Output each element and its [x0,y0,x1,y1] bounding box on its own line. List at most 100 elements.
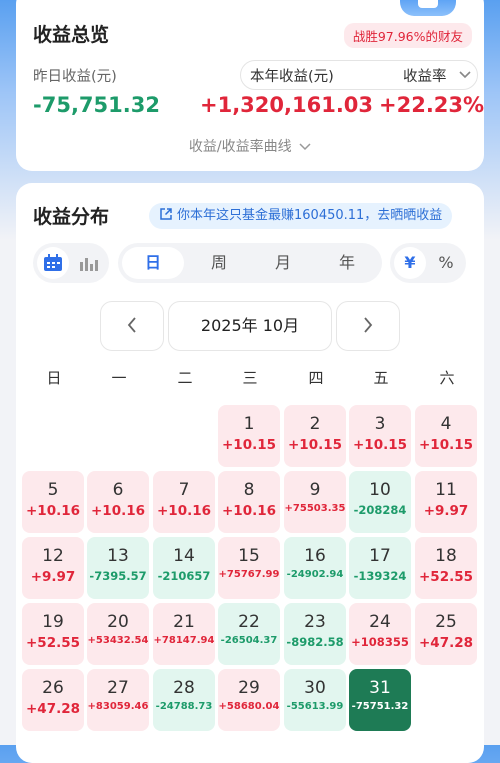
day-number: 12 [42,546,64,566]
day-number: 27 [107,678,129,698]
day-number: 15 [238,546,260,566]
mascot-illustration [400,0,456,16]
day-value: -7395.57 [89,569,147,583]
calendar-day[interactable]: 14 -210657 [153,537,215,599]
day-number: 13 [107,546,129,566]
day-value: -208284 [353,503,407,517]
day-value: +10.15 [418,437,473,453]
weekday-tue: 二 [177,369,193,387]
calendar-day[interactable]: 20 +53432.54 [87,603,149,665]
prev-month-button[interactable] [100,301,164,351]
calendar-day[interactable]: 2 +10.15 [284,405,346,467]
day-number: 21 [173,612,195,632]
curve-link-label[interactable]: 收益/收益率曲线 [189,139,292,155]
promo-text[interactable]: 你本年这只基金最赚160450.11，去晒晒收益 [177,208,442,223]
day-number: 31 [369,678,391,698]
day-value: +10.16 [90,503,145,519]
next-month-button[interactable] [336,301,400,351]
day-number: 10 [369,480,391,500]
day-number: 28 [173,678,195,698]
rate-label[interactable]: 收益率 [403,65,447,86]
yesterday-value: -75,751.32 [33,93,160,117]
calendar-day[interactable]: 27 +83059.46 [87,669,149,731]
calendar-day-selected[interactable]: 31 -75751.32 [349,669,411,731]
day-value: +47.28 [25,701,80,717]
day-value: +9.97 [30,569,76,585]
period-tabs: 日 周 月 年 [118,243,382,283]
day-value: -55613.99 [286,701,344,712]
day-value: +10.15 [352,437,407,453]
calendar-day[interactable]: 29 +58680.04 [218,669,280,731]
calendar-day[interactable]: 19 +52.55 [22,603,84,665]
summary-title: 收益总览 [33,24,110,46]
day-number: 1 [243,414,255,434]
bar-view-button[interactable] [73,247,105,279]
unit-percent-tab[interactable]: % [430,247,462,279]
tab-year[interactable]: 年 [316,247,378,279]
weekday-mon: 一 [111,369,127,387]
day-value: +10.15 [221,437,276,453]
calendar-day[interactable]: 16 -24902.94 [284,537,346,599]
day-number: 6 [112,480,124,500]
day-value: +75503.35 [284,503,346,514]
calendar-day[interactable]: 23 -8982.58 [284,603,346,665]
summary-card: 收益总览 战胜97.96%的财友 昨日收益(元) 本年收益(元) 收益率 -75… [16,0,484,171]
day-value: -139324 [353,569,407,583]
calendar-day[interactable]: 13 -7395.57 [87,537,149,599]
day-number: 11 [435,480,457,500]
day-number: 29 [238,678,260,698]
calendar-day[interactable]: 22 -26504.37 [218,603,280,665]
month-label[interactable]: 2025年 10月 [168,301,332,351]
calendar-day[interactable]: 6 +10.16 [87,471,149,533]
calendar-day[interactable]: 4 +10.15 [415,405,477,467]
unit-amount-tab[interactable]: ¥ [394,247,426,279]
calendar-day[interactable]: 11 +9.97 [415,471,477,533]
calendar-day[interactable]: 30 -55613.99 [284,669,346,731]
day-number: 16 [304,546,326,566]
day-value: +9.97 [423,503,469,519]
calendar-day[interactable]: 5 +10.16 [22,471,84,533]
calendar-day[interactable]: 25 +47.28 [415,603,477,665]
day-number: 14 [173,546,195,566]
curve-link[interactable]: 收益/收益率曲线 [16,136,484,156]
weekday-sun: 日 [46,369,62,387]
year-label[interactable]: 本年收益(元) [250,65,334,86]
calendar-day[interactable]: 8 +10.16 [218,471,280,533]
calendar-day[interactable]: 28 -24788.73 [153,669,215,731]
calendar-day[interactable]: 12 +9.97 [22,537,84,599]
calendar-day[interactable]: 7 +10.16 [153,471,215,533]
tab-week[interactable]: 周 [188,247,250,279]
yesterday-label: 昨日收益(元) [33,69,117,85]
calendar-day[interactable]: 17 -139324 [349,537,411,599]
day-number: 23 [304,612,326,632]
calendar-day[interactable]: 3 +10.15 [349,405,411,467]
calendar-day[interactable]: 24 +108355 [349,603,411,665]
weekday-thu: 四 [308,369,324,387]
calendar-day[interactable]: 18 +52.55 [415,537,477,599]
tab-month[interactable]: 月 [252,247,314,279]
share-icon [160,208,172,220]
day-number: 5 [47,480,59,500]
calendar-day[interactable]: 15 +75767.99 [218,537,280,599]
day-value: +10.16 [221,503,276,519]
year-value: +1,320,161.03 [200,93,374,117]
day-number: 3 [374,414,386,434]
tab-day[interactable]: 日 [122,247,184,279]
chevron-down-icon[interactable] [459,70,471,80]
calendar-day[interactable]: 21 +78147.94 [153,603,215,665]
calendar-day[interactable]: 10 -208284 [349,471,411,533]
rank-badge[interactable]: 战胜97.96%的财友 [343,23,472,48]
calendar-view-button[interactable] [37,247,69,279]
calendar-day[interactable]: 1 +10.15 [218,405,280,467]
calendar-day[interactable]: 26 +47.28 [22,669,84,731]
promo-banner[interactable]: 你本年这只基金最赚160450.11，去晒晒收益 [149,203,453,229]
chevron-left-icon [127,317,136,333]
calendar-day[interactable]: 9 +75503.35 [284,471,346,533]
day-value: +10.15 [287,437,342,453]
day-number: 19 [42,612,64,632]
day-value: +78147.94 [153,635,215,646]
chevron-right-icon [364,317,373,333]
day-number: 18 [435,546,457,566]
day-value: -75751.32 [351,701,409,712]
day-value: -26504.37 [220,635,278,646]
